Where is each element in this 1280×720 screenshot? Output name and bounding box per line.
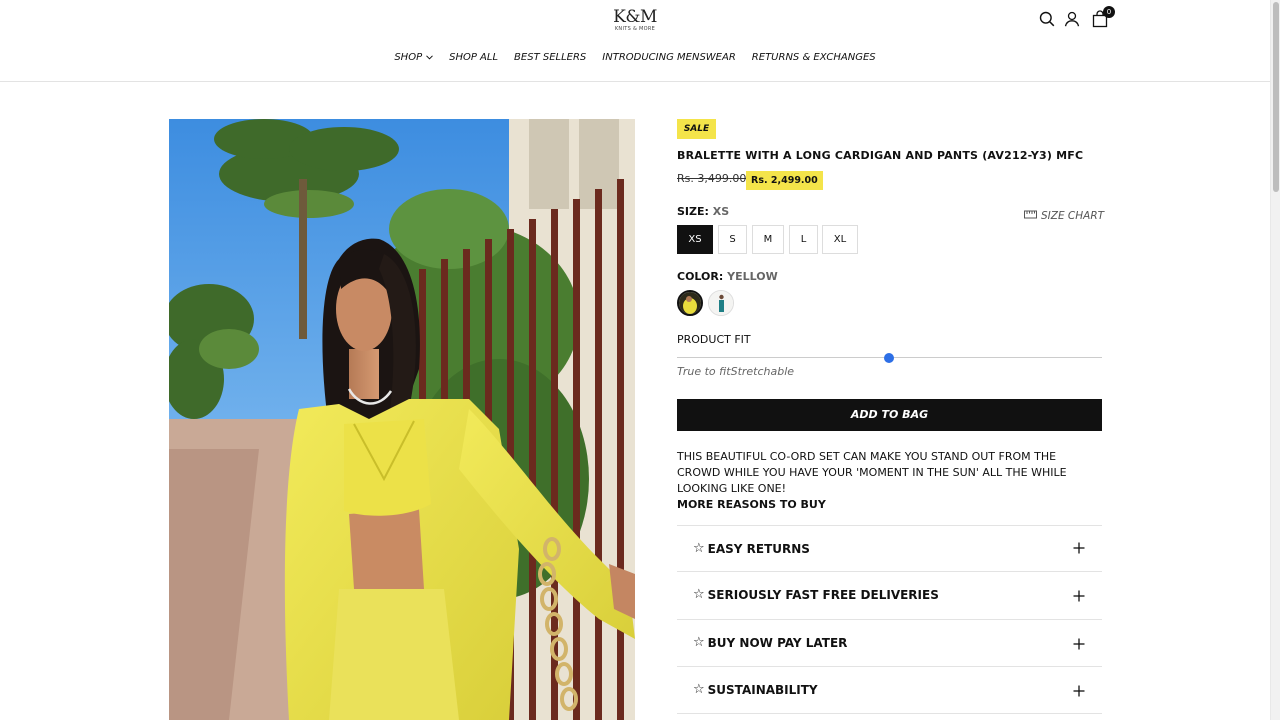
size-option-xs[interactable]: XS <box>677 225 713 254</box>
fit-description: True to fitStretchable <box>677 365 795 378</box>
product-description: THIS BEAUTIFUL CO-ORD SET CAN MAKE YOU S… <box>677 450 1067 495</box>
accordion-buy-now-pay-later[interactable]: ☆ BUY NOW PAY LATER <box>677 619 1102 666</box>
nav-item-menswear[interactable]: INTRODUCING MENSWEAR <box>594 51 744 65</box>
nav-item-label: SHOP <box>394 52 423 63</box>
accordion-easy-returns[interactable]: ☆ EASY RETURNS <box>677 525 1102 572</box>
product-fit-label: PRODUCT FIT <box>677 333 751 346</box>
accordion-title: ☆ BUY NOW PAY LATER <box>693 635 847 650</box>
sale-badge: SALE <box>677 119 716 139</box>
accordion-label: EASY RETURNS <box>707 541 810 556</box>
sale-price: Rs. 2,499.00 <box>746 171 823 190</box>
nav-item-shop-all[interactable]: SHOP ALL <box>441 51 506 65</box>
color-label: COLOR: YELLOW <box>677 270 778 283</box>
accordion-label: SERIOUSLY FAST FREE DELIVERIES <box>707 587 939 602</box>
account-icon[interactable] <box>1062 9 1082 29</box>
size-label: SIZE: XS <box>677 205 729 218</box>
size-chart-label: SIZE CHART <box>1041 210 1105 222</box>
plus-icon[interactable] <box>1073 685 1085 697</box>
accordion-sustainability[interactable]: ☆ SUSTAINABILITY <box>677 666 1102 713</box>
color-swatch-teal[interactable] <box>708 290 734 316</box>
color-label-text: COLOR: <box>677 270 724 283</box>
accordion-title: ☆ EASY RETURNS <box>693 541 810 556</box>
nav-item-shop[interactable]: SHOP <box>386 51 441 65</box>
plus-icon[interactable] <box>1073 638 1085 650</box>
selected-size: XS <box>712 205 730 218</box>
size-option-m[interactable]: M <box>752 225 784 254</box>
brand-logo[interactable]: K&M KNITS & MORE <box>612 8 658 36</box>
fit-scale-indicator <box>884 353 894 363</box>
chevron-down-icon <box>426 51 433 65</box>
site-header: K&M KNITS & MORE 0 SHOP SHOP ALL BEST SE… <box>0 0 1270 82</box>
original-price: Rs. 3,499.00 <box>677 172 747 185</box>
nav-item-returns[interactable]: RETURNS & EXCHANGES <box>744 51 884 65</box>
scrollbar-thumb[interactable] <box>1273 2 1279 192</box>
star-icon: ☆ <box>693 541 705 556</box>
accordion-fast-deliveries[interactable]: ☆ SERIOUSLY FAST FREE DELIVERIES <box>677 571 1102 618</box>
size-chart-link[interactable]: SIZE CHART <box>1024 210 1104 222</box>
nav-item-best-sellers[interactable]: BEST SELLERS <box>506 51 594 65</box>
ruler-icon <box>1024 210 1037 222</box>
search-icon[interactable] <box>1037 9 1057 29</box>
product-image[interactable] <box>169 119 635 720</box>
accordion-divider <box>677 713 1102 714</box>
plus-icon[interactable] <box>1073 542 1085 554</box>
page-scrollbar[interactable] <box>1270 0 1280 720</box>
accordion-title: ☆ SERIOUSLY FAST FREE DELIVERIES <box>693 587 939 602</box>
more-reasons-heading: MORE REASONS TO BUY <box>677 498 826 511</box>
logo-wordmark: K&M <box>613 7 657 27</box>
plus-icon[interactable] <box>1073 590 1085 602</box>
size-option-s[interactable]: S <box>718 225 747 254</box>
size-option-xl[interactable]: XL <box>822 225 858 254</box>
product-title: BRALETTE WITH A LONG CARDIGAN AND PANTS … <box>677 149 1084 162</box>
color-swatch-yellow[interactable] <box>677 290 703 316</box>
accordion-label: SUSTAINABILITY <box>707 682 818 697</box>
size-label-text: SIZE: <box>677 205 709 218</box>
logo-tagline: KNITS & MORE <box>614 26 656 32</box>
accordion-title: ☆ SUSTAINABILITY <box>693 682 818 697</box>
size-option-l[interactable]: L <box>789 225 818 254</box>
add-to-bag-button[interactable]: ADD TO BAG <box>677 399 1102 431</box>
selected-color: YELLOW <box>727 270 778 283</box>
accordion-label: BUY NOW PAY LATER <box>707 635 848 650</box>
star-icon: ☆ <box>693 635 705 650</box>
star-icon: ☆ <box>693 587 705 602</box>
main-nav: SHOP SHOP ALL BEST SELLERS INTRODUCING M… <box>0 51 1270 65</box>
cart-count-badge: 0 <box>1103 6 1115 18</box>
star-icon: ☆ <box>693 682 705 697</box>
